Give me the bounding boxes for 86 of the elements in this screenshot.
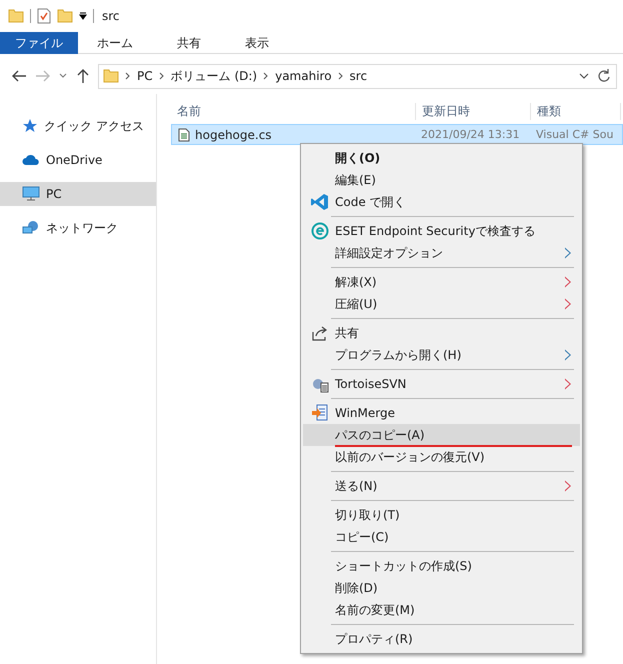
table-cell-text: 2021/09/24 13:31: [420, 128, 521, 141]
dropdown-icon[interactable]: [79, 12, 87, 20]
monitor-icon: [22, 186, 40, 202]
menu-item[interactable]: 名前の変更(M): [303, 599, 580, 621]
menu-item[interactable]: プロパティ(R): [303, 628, 580, 650]
chevron-right-icon: [338, 72, 344, 80]
underlined-label: パスのコピー(A): [335, 426, 572, 446]
chevron-right-icon: [565, 247, 572, 259]
ribbon-tab[interactable]: ファイル: [0, 32, 78, 54]
menu-item[interactable]: パスのコピー(A): [303, 424, 580, 446]
column-header[interactable]: 名前: [171, 102, 416, 120]
menu-item[interactable]: ショートカットの作成(S): [303, 555, 580, 577]
window-title: src: [102, 9, 120, 23]
menu-label: 開く(O): [335, 150, 382, 166]
new-folder-icon: [57, 8, 73, 24]
menu-item[interactable]: 送る(N): [303, 475, 580, 497]
ribbon-tab[interactable]: ホーム: [82, 32, 148, 54]
chevron-right-icon: [158, 72, 165, 80]
chevron-right-icon: [125, 72, 131, 80]
menu-item[interactable]: TortoiseSVN: [303, 373, 580, 395]
menu-item[interactable]: コピー(C): [303, 526, 580, 548]
chevron-right-icon: [263, 72, 270, 80]
chevron-right-icon: [565, 298, 572, 310]
menu-label: 解凍(X): [335, 274, 378, 290]
menu-label: コピー(C): [335, 528, 390, 546]
document-icon: [178, 128, 190, 142]
star-icon: [22, 118, 38, 134]
chevron-right-icon: [565, 480, 572, 492]
chevron-right-icon: [565, 349, 572, 361]
menu-label: TortoiseSVN: [335, 377, 408, 391]
code-editor-icon: [311, 193, 329, 211]
menu-label: 編集(E): [335, 172, 377, 188]
menu-label: 切り取り(T): [335, 506, 401, 524]
menu-item[interactable]: 切り取り(T): [303, 504, 580, 526]
sidebar-item[interactable]: クイック アクセス: [0, 114, 156, 138]
share-icon: [311, 324, 329, 342]
file-name: hogehoge.cs: [195, 128, 272, 142]
menu-item[interactable]: 詳細設定オプション: [303, 242, 580, 264]
menu-label: 削除(D): [335, 580, 379, 596]
menu-item[interactable]: 圧縮(U): [303, 293, 580, 315]
properties-icon[interactable]: [37, 8, 51, 24]
chevron-right-icon: [565, 276, 572, 288]
menu-item[interactable]: 開く(O): [303, 147, 580, 169]
sidebar-item[interactable]: PC: [0, 182, 156, 206]
file-row[interactable]: hogehoge.cs 2021/09/24 13:31 Visual C# Sou: [171, 124, 623, 145]
menu-label: WinMerge: [335, 406, 396, 420]
address-bar[interactable]: PC ボリューム (D:) yamahiro src: [98, 64, 617, 88]
table-cell-text: Visual C# Sou: [535, 128, 614, 141]
menu-label: 名前の変更(M): [335, 602, 416, 618]
menu-label: 詳細設定オプション: [335, 244, 444, 262]
cloud-icon: [22, 154, 40, 166]
refresh-icon[interactable]: [596, 68, 612, 84]
folder-icon: [103, 68, 119, 84]
breadcrumb[interactable]: src: [350, 69, 368, 83]
ribbon-tab[interactable]: 表示: [230, 32, 284, 54]
column-header[interactable]: 更新日時: [416, 102, 531, 120]
menu-label: ESET Endpoint Securityで検査する: [335, 222, 536, 240]
menu-label: 圧縮(U): [335, 296, 378, 312]
menu-label: 送る(N): [335, 478, 378, 494]
menu-item[interactable]: 解凍(X): [303, 271, 580, 293]
network-icon: [22, 220, 40, 236]
breadcrumb[interactable]: yamahiro: [275, 69, 332, 83]
menu-label: 以前のバージョンの復元(V): [335, 448, 486, 466]
sidebar-item[interactable]: ネットワーク: [0, 216, 156, 240]
chevron-right-icon: [565, 378, 572, 390]
shield-e-icon: [311, 222, 329, 240]
menu-item[interactable]: 編集(E): [303, 169, 580, 191]
menu-label: プロパティ(R): [335, 630, 414, 648]
menu-item[interactable]: WinMerge: [303, 402, 580, 424]
breadcrumb[interactable]: PC: [137, 69, 153, 83]
menu-item[interactable]: プログラムから開く(H): [303, 344, 580, 366]
folder-icon: [8, 8, 24, 24]
menu-item[interactable]: 削除(D): [303, 577, 580, 599]
menu-item[interactable]: Code で開く: [303, 191, 580, 213]
column-header[interactable]: 種類: [531, 102, 621, 120]
menu-label: Code で開く: [335, 194, 407, 210]
menu-item[interactable]: ESET Endpoint Securityで検査する: [303, 220, 580, 242]
menu-label: 共有: [335, 324, 360, 342]
menu-item[interactable]: 共有: [303, 322, 580, 344]
merge-icon: [311, 404, 329, 422]
menu-label: ショートカットの作成(S): [335, 558, 473, 574]
breadcrumb[interactable]: ボリューム (D:): [170, 68, 258, 84]
menu-item[interactable]: 以前のバージョンの復元(V): [303, 446, 580, 468]
ribbon-tab[interactable]: 共有: [162, 32, 216, 54]
menu-label: プログラムから開く(H): [335, 346, 462, 364]
sidebar-item[interactable]: OneDrive: [0, 148, 156, 172]
